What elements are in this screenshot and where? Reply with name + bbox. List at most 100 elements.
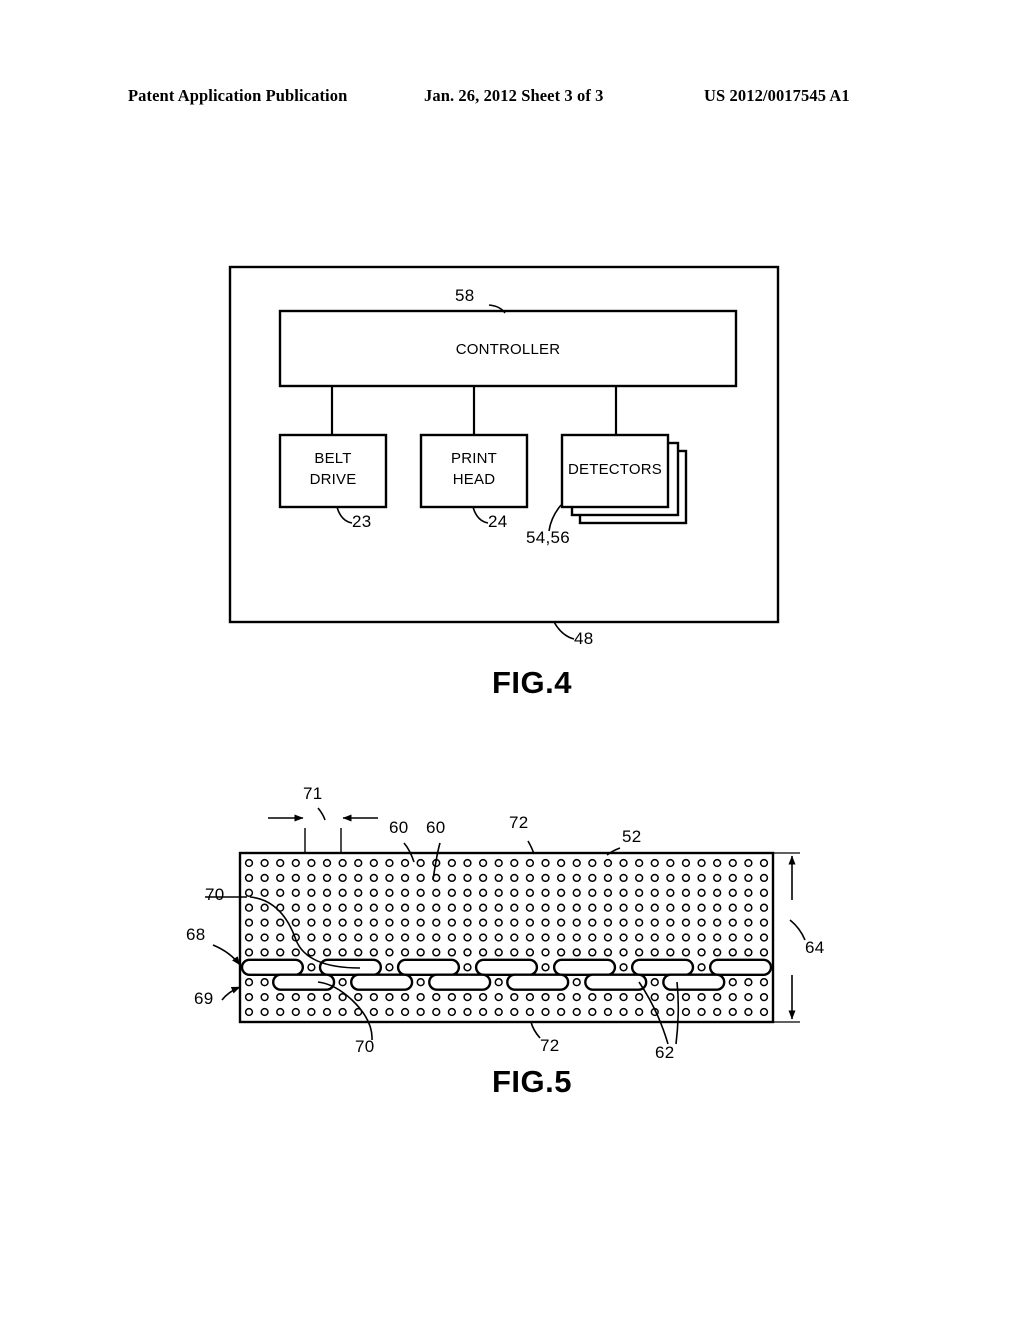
hole xyxy=(681,888,691,897)
hole xyxy=(525,858,535,868)
hole xyxy=(666,1007,675,1017)
hole xyxy=(728,1007,737,1017)
ref-numeral-68: 68 xyxy=(186,925,206,944)
hole xyxy=(307,873,316,883)
hole xyxy=(541,992,550,1002)
hole xyxy=(432,903,441,912)
hole xyxy=(307,903,316,912)
hole xyxy=(619,858,628,868)
hole xyxy=(463,948,472,957)
hole xyxy=(510,918,519,927)
hole xyxy=(759,933,769,942)
hole xyxy=(244,903,254,912)
hole xyxy=(728,858,737,868)
hole xyxy=(385,1007,394,1017)
hole xyxy=(603,873,613,883)
hole xyxy=(728,903,737,912)
hole xyxy=(385,888,394,897)
slot-lower xyxy=(428,973,492,991)
hole xyxy=(572,858,581,868)
hole xyxy=(728,948,737,957)
hole xyxy=(260,933,269,942)
hole xyxy=(744,992,753,1002)
hole xyxy=(603,903,613,912)
ref-numeral-69: 69 xyxy=(194,989,214,1008)
hole xyxy=(744,1007,753,1017)
hole xyxy=(759,918,769,927)
leader-line-72-bottom xyxy=(530,1021,541,1039)
hole xyxy=(666,933,675,942)
hole xyxy=(463,933,472,942)
hole xyxy=(478,1007,488,1017)
hole xyxy=(572,978,581,987)
hole xyxy=(291,873,300,883)
hole xyxy=(338,948,347,957)
hole xyxy=(244,992,254,1002)
ref-numeral-71: 71 xyxy=(303,784,323,803)
hole xyxy=(478,918,488,927)
hole xyxy=(603,918,613,927)
hole xyxy=(525,903,535,912)
hole xyxy=(681,992,691,1002)
hole xyxy=(322,873,332,883)
hole xyxy=(416,948,425,957)
hole xyxy=(510,1007,519,1017)
hole xyxy=(759,888,769,897)
hole xyxy=(260,873,269,883)
hole xyxy=(400,918,410,927)
hole xyxy=(697,948,706,957)
hole xyxy=(447,873,457,883)
hole xyxy=(588,873,597,883)
hole xyxy=(759,1007,769,1017)
hole xyxy=(463,1007,472,1017)
hole xyxy=(588,858,597,868)
hole xyxy=(510,903,519,912)
hole xyxy=(556,948,566,957)
hole xyxy=(432,918,441,927)
hole xyxy=(385,933,394,942)
hole xyxy=(744,948,753,957)
hole xyxy=(291,1007,300,1017)
hole xyxy=(478,948,488,957)
hole xyxy=(728,918,737,927)
hole xyxy=(728,873,737,883)
hole xyxy=(556,873,566,883)
hole xyxy=(588,903,597,912)
leader-arrow-69 xyxy=(221,986,241,1001)
hole xyxy=(416,858,425,868)
hole xyxy=(744,903,753,912)
hole xyxy=(556,918,566,927)
hole xyxy=(416,992,425,1002)
hole xyxy=(494,978,503,987)
hole xyxy=(572,918,581,927)
hole xyxy=(744,918,753,927)
hole xyxy=(713,992,722,1002)
hole xyxy=(463,858,472,868)
hole xyxy=(291,918,300,927)
hole xyxy=(713,918,722,927)
hole xyxy=(650,918,659,927)
hole xyxy=(416,933,425,942)
hole xyxy=(354,992,363,1002)
hole xyxy=(463,992,472,1002)
hole xyxy=(744,873,753,883)
hole xyxy=(572,888,581,897)
hole xyxy=(385,992,394,1002)
hole xyxy=(635,873,644,883)
ref-numeral-72-top: 72 xyxy=(509,813,529,832)
hole xyxy=(650,992,659,1002)
hole xyxy=(728,888,737,897)
hole xyxy=(728,992,737,1002)
slot-upper xyxy=(552,958,617,976)
hole xyxy=(681,903,691,912)
hole xyxy=(635,888,644,897)
hole xyxy=(744,888,753,897)
hole xyxy=(713,1007,722,1017)
hole xyxy=(619,873,628,883)
hole xyxy=(385,963,394,972)
hole xyxy=(666,888,675,897)
ref-numeral-52: 52 xyxy=(622,827,642,846)
hole xyxy=(416,978,425,987)
slot-lower xyxy=(272,973,336,991)
hole xyxy=(432,888,441,897)
